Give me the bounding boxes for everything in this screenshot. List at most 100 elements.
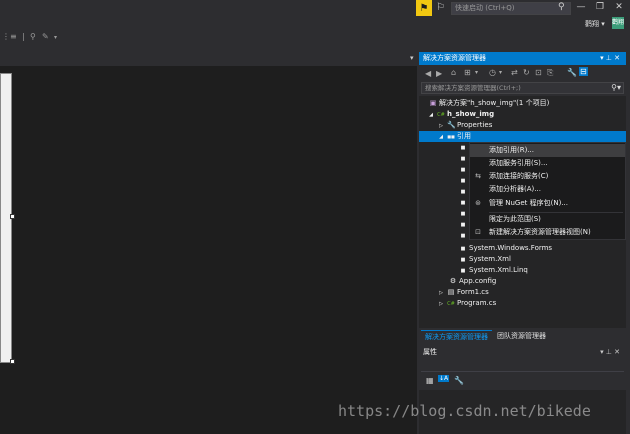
tree-item-reference-hidden[interactable]: ■ (459, 153, 469, 164)
feedback-icon[interactable]: ⚐ (436, 2, 448, 14)
home-icon[interactable]: ⌂ (451, 68, 456, 77)
tree-item-label: Properties (457, 121, 493, 129)
new-view-icon: ⊡ (475, 228, 481, 236)
tree-item-references[interactable]: ◢ ■■ 引用 (419, 131, 626, 142)
resize-handle[interactable] (10, 214, 15, 219)
sync-icon[interactable]: ⇄ (511, 68, 518, 77)
tree-item-reference-hidden[interactable]: ■ (459, 197, 469, 208)
tab-team-explorer[interactable]: 团队资源管理器 (493, 330, 550, 342)
config-icon: ⚙ (449, 277, 457, 285)
menu-item-label: 管理 NuGet 程序包(N)... (489, 199, 568, 207)
connected-service-icon: ⇆ (475, 172, 481, 180)
tree-item-reference[interactable]: ■ System.Windows.Forms (459, 243, 552, 254)
minimize-button[interactable]: — (574, 1, 588, 14)
tree-item-label: Program.cs (457, 299, 497, 307)
menu-item-manage-nuget[interactable]: ⊛ 管理 NuGet 程序包(N)... (470, 197, 625, 210)
properties-title-bar[interactable]: 属性 ▾ ⊥ ✕ (419, 346, 626, 359)
expander-icon[interactable]: ◢ (427, 110, 435, 121)
tree-item-reference-hidden[interactable]: ■ (459, 230, 469, 241)
forward-icon[interactable]: ▶ (436, 69, 442, 78)
wrench-icon[interactable]: 🔧 (567, 68, 577, 77)
user-account[interactable]: 鹳翔 ▾ (585, 19, 605, 29)
tree-item-label: h_show_img (447, 110, 495, 118)
object-selector[interactable] (421, 361, 624, 372)
menu-item-add-analyzer[interactable]: 添加分析器(A)... (470, 183, 625, 196)
panel-title: 解决方案资源管理器 (423, 54, 486, 62)
tree-item-label: System.Xml (469, 255, 511, 263)
menu-item-label: 添加连接的服务(C) (489, 172, 549, 180)
solution-explorer-title-bar[interactable]: 解决方案资源管理器 ▾ ⊥ ✕ (419, 52, 626, 65)
search-icon[interactable]: ⚲ (558, 2, 570, 14)
toolbar-separator: | (22, 32, 25, 41)
refresh-icon[interactable]: ↻ (523, 68, 530, 77)
tree-item-app-config[interactable]: ⚙ App.config (449, 276, 496, 287)
designer-canvas[interactable] (0, 66, 417, 434)
main-toolbar: ⋮≡ | ⚲ ✎ ▾ (0, 32, 415, 46)
solution-search-input[interactable]: 搜索解决方案资源管理器(Ctrl+;) ⚲▾ (421, 82, 624, 94)
tree-item-form1[interactable]: ▷ ▤ Form1.cs (437, 287, 489, 298)
tree-item-label: Form1.cs (457, 288, 489, 296)
tree-item-project[interactable]: ◢ C# h_show_img (427, 109, 494, 120)
menu-item-add-service-reference[interactable]: 添加服务引用(S)... (470, 157, 625, 170)
menu-item-label: 添加服务引用(S)... (489, 159, 548, 167)
menu-item-label: 新建解决方案资源管理器视图(N) (489, 228, 591, 236)
solution-explorer-toolbar: ◀ ▶ ⌂ ⊞ ▾ ◷ ▾ ⇄ ↻ ⊡ ⎘ 🔧 ⊟ (419, 66, 626, 81)
alphabetical-icon[interactable]: ↓A (438, 375, 450, 382)
tree-item-reference-hidden[interactable]: ■ (459, 175, 469, 186)
search-icon[interactable]: ⚲▾ (611, 83, 621, 93)
menu-item-new-view[interactable]: ⊡ 新建解决方案资源管理器视图(N) (470, 226, 625, 239)
expander-icon[interactable]: ◢ (437, 132, 445, 143)
wrench-icon: 🔧 (447, 121, 456, 129)
reference-icon: ■ (460, 233, 466, 239)
resize-handle[interactable] (10, 359, 15, 364)
menu-item-label: 添加分析器(A)... (489, 185, 541, 193)
csharp-file-icon: C# (447, 301, 455, 307)
chevron-down-icon[interactable]: ▾ (54, 34, 57, 41)
tree-item-solution[interactable]: ▣ 解决方案"h_show_img"(1 个项目) (429, 98, 550, 109)
copy-icon[interactable]: ⎘ (547, 68, 553, 78)
pin-icon[interactable]: ⚲ (30, 32, 36, 41)
tree-item-reference-hidden[interactable]: ■ (459, 142, 469, 153)
user-name: 鹳翔 (585, 20, 599, 28)
editor-tab-strip (0, 52, 417, 66)
menu-item-scope-to-this[interactable]: 限定为此范围(S) (470, 213, 625, 226)
tree-item-properties[interactable]: ▷ 🔧Properties (437, 120, 492, 131)
search-placeholder: 搜索解决方案资源管理器(Ctrl+;) (425, 84, 521, 92)
avatar[interactable]: 鹳翔 (612, 17, 624, 29)
tree-item-reference-hidden[interactable]: ■ (459, 164, 469, 175)
solution-icon: ▣ (429, 99, 437, 107)
panel-window-buttons[interactable]: ▾ ⊥ ✕ (600, 346, 620, 359)
menu-item-add-reference[interactable]: 添加引用(R)... (470, 144, 625, 157)
toolbar-item[interactable]: ⋮≡ (2, 32, 17, 41)
tree-item-reference-hidden[interactable]: ■ (459, 219, 469, 230)
tree-item-reference[interactable]: ■ System.Xml.Linq (459, 265, 528, 276)
back-icon[interactable]: ◀ (425, 69, 431, 78)
collapse-all-icon[interactable]: ⊡ (535, 68, 542, 77)
edit-icon[interactable]: ✎ (42, 32, 49, 41)
expander-icon[interactable]: ▷ (437, 299, 445, 310)
tab-solution-explorer[interactable]: 解决方案资源管理器 (421, 330, 492, 343)
tree-item-reference-hidden[interactable]: ■ (459, 186, 469, 197)
tree-item-label: 引用 (457, 132, 471, 140)
quick-launch-input[interactable]: 快速启动 (Ctrl+Q) (451, 2, 571, 15)
preview-icon[interactable]: ⊟ (579, 67, 588, 76)
menu-item-add-connected-service[interactable]: ⇆ 添加连接的服务(C) (470, 170, 625, 183)
flag-icon[interactable]: ⚑ (416, 0, 432, 16)
tree-item-reference-hidden[interactable]: ■ (459, 208, 469, 219)
wrench-icon[interactable]: 🔧 (454, 376, 464, 385)
menu-item-label: 添加引用(R)... (489, 146, 535, 154)
restore-button[interactable]: ❐ (593, 1, 607, 14)
close-button[interactable]: ✕ (612, 1, 626, 14)
tree-item-program[interactable]: ▷ C# Program.cs (437, 298, 496, 309)
references-icon: ■■ (447, 134, 455, 139)
chevron-down-icon[interactable]: ▾ (499, 69, 502, 76)
categorized-icon[interactable]: ▦ (426, 376, 434, 385)
panel-window-buttons[interactable]: ▾ ⊥ ✕ (600, 52, 620, 65)
window-edge (626, 52, 630, 434)
pending-changes-icon[interactable]: ◷ (489, 68, 496, 77)
chevron-down-icon[interactable]: ▾ (475, 69, 478, 76)
tree-item-reference[interactable]: ■ System.Xml (459, 254, 511, 265)
tree-item-label: System.Windows.Forms (469, 244, 553, 252)
chevron-down-icon[interactable]: ▾ (410, 54, 414, 62)
switch-views-icon[interactable]: ⊞ (464, 68, 471, 77)
